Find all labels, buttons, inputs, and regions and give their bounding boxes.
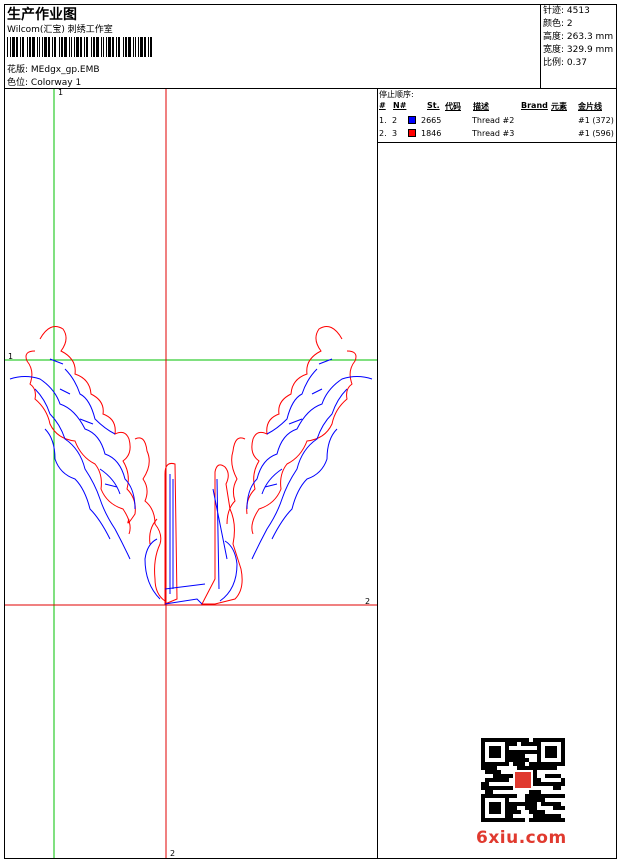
col-code: 代码 xyxy=(445,102,461,111)
col-desc: 描述 xyxy=(473,102,489,111)
colorway-value: Colorway 1 xyxy=(30,78,82,88)
embroidery-preview xyxy=(5,89,377,858)
stat-scale: 比例: 0.37 xyxy=(543,58,587,68)
panel-divider xyxy=(377,88,378,859)
design-file-row: 花版: MEdgx_gp.EMB xyxy=(7,62,100,75)
studio-name: Wilcom(汇宝) 刺绣工作室 xyxy=(7,25,113,35)
stat-colors: 颜色: 2 xyxy=(543,19,573,29)
colorway-row: 色位: Colorway 1 xyxy=(7,75,81,88)
color-swatch xyxy=(408,116,416,124)
col-n: N# xyxy=(393,101,407,110)
qr-code-image xyxy=(481,738,565,822)
stats-divider xyxy=(540,4,541,89)
watermark-logo: 6xiu.com xyxy=(476,828,567,848)
page-title: 生产作业图 xyxy=(7,7,77,23)
col-brand: Brand xyxy=(521,101,548,110)
colorway-label: 色位: xyxy=(7,78,29,88)
stat-height: 高度: 263.3 mm xyxy=(543,32,614,42)
stat-width: 宽度: 329.9 mm xyxy=(543,45,614,55)
col-chart: 金片线 xyxy=(578,102,602,111)
design-red-outline xyxy=(25,326,357,605)
stop-sequence-title: 停止顺序: xyxy=(379,90,414,99)
design-blue-stitching xyxy=(9,358,373,605)
col-element: 元素 xyxy=(551,102,567,111)
design-label: 花版: xyxy=(7,65,29,75)
panel-separator xyxy=(378,142,617,143)
barcode-image xyxy=(7,37,152,57)
col-st: St. xyxy=(427,101,440,110)
col-hash: # xyxy=(379,101,386,110)
stat-stitches: 针迹: 4513 xyxy=(543,6,590,16)
color-swatch xyxy=(408,129,416,137)
design-filename: MEdgx_gp.EMB xyxy=(30,65,100,75)
design-stats: 针迹: 4513 颜色: 2 高度: 263.3 mm 宽度: 329.9 mm… xyxy=(543,5,613,70)
